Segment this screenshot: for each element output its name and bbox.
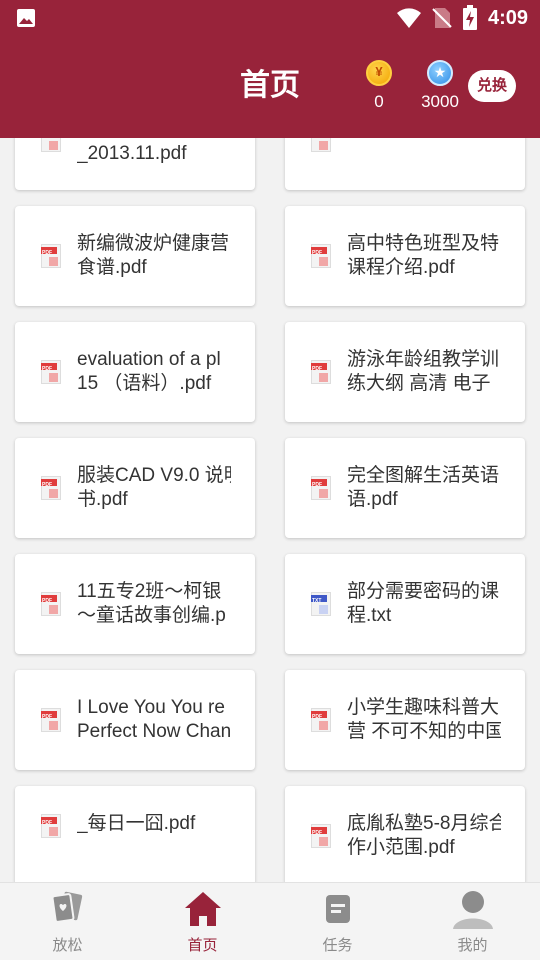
pdf-file-icon: PDF — [311, 244, 331, 268]
pdf-file-icon: PDF — [41, 138, 61, 152]
pdf-file-icon: PDF — [311, 824, 331, 848]
file-name: 高中特色班型及特 课程介绍.pdf — [347, 233, 500, 278]
no-sim-icon — [432, 8, 452, 28]
file-name: 新编微波炉健康营 食谱.pdf — [77, 233, 230, 278]
txt-file-icon: TXT — [311, 592, 331, 616]
gold-coin-value: 0 — [374, 92, 384, 111]
pdf-file-icon: PDF — [41, 592, 61, 616]
app-header: 首页 ¥ 0 ★ 3000 兑换 — [0, 36, 540, 138]
cards-icon — [51, 891, 83, 923]
gold-coin-icon: ¥ — [366, 60, 392, 86]
points-value: 3000 — [421, 92, 459, 111]
pdf-file-icon: PDF — [41, 360, 61, 384]
nav-label: 我的 — [457, 937, 488, 954]
battery-charging-icon — [462, 5, 477, 30]
file-card[interactable]: PDF 高中特色班型及特 课程介绍.pdf — [285, 206, 525, 306]
file-card[interactable]: TXT 部分需要密码的课 程.txt — [285, 554, 525, 654]
file-card[interactable]: PDF evaluation of a pl 15 （语料）.pdf — [15, 322, 255, 422]
nav-label: 放松 — [52, 937, 83, 954]
pdf-file-icon: PDF — [311, 360, 331, 384]
status-bar: 4:09 — [0, 0, 540, 36]
nav-profile[interactable]: 我的 — [405, 883, 540, 960]
file-card[interactable]: PDF 小学生趣味科普大 营 不可不知的中国 — [285, 670, 525, 770]
task-icon — [326, 895, 350, 923]
file-card[interactable]: PDF — [285, 138, 525, 190]
nav-tasks[interactable]: 任务 — [270, 883, 405, 960]
nav-home[interactable]: 首页 — [135, 883, 270, 960]
file-name: _2013.11.pdf — [77, 143, 187, 164]
file-card[interactable]: PDF _2013.11.pdf — [15, 138, 255, 190]
file-name: 完全图解生活英语 语.pdf — [347, 465, 500, 510]
pdf-file-icon: PDF — [41, 708, 61, 732]
file-card[interactable]: PDF _每日一囧.pdf — [15, 786, 255, 882]
image-icon — [17, 9, 35, 27]
pdf-file-icon: PDF — [311, 476, 331, 500]
file-card[interactable]: PDF 新编微波炉健康营 食谱.pdf — [15, 206, 255, 306]
file-name: 服装CAD V9.0 说明 书.pdf — [77, 465, 231, 510]
pdf-file-icon: PDF — [41, 244, 61, 268]
file-card[interactable]: PDF I Love You You re Perfect Now Chan — [15, 670, 255, 770]
pdf-file-icon: PDF — [41, 476, 61, 500]
redeem-button[interactable]: 兑换 — [468, 70, 516, 102]
bottom-navigation: 放松 首页 任务 我的 — [0, 882, 540, 960]
file-name: I Love You You re Perfect Now Chan — [77, 697, 231, 742]
file-name — [347, 138, 501, 164]
file-card[interactable]: PDF 游泳年龄组教学训 练大纲 高清 电子 — [285, 322, 525, 422]
clock: 4:09 — [487, 6, 528, 29]
file-card[interactable]: PDF 完全图解生活英语 语.pdf — [285, 438, 525, 538]
nav-label: 任务 — [322, 937, 353, 954]
file-name: 底胤私塾5-8月综合 作小范围.pdf — [347, 813, 501, 858]
pdf-file-icon: PDF — [41, 814, 61, 838]
file-card[interactable]: PDF 11五专2班～柯银 ～童话故事创编.p — [15, 554, 255, 654]
pdf-file-icon: PDF — [311, 708, 331, 732]
file-name: 11五专2班～柯银 ～童话故事创编.p — [77, 581, 226, 626]
pdf-file-icon: PDF — [311, 138, 331, 152]
file-card[interactable]: PDF 底胤私塾5-8月综合 作小范围.pdf — [285, 786, 525, 882]
nav-label: 首页 — [187, 937, 218, 954]
file-name: evaluation of a pl 15 （语料）.pdf — [77, 349, 221, 394]
file-name: 部分需要密码的课 程.txt — [347, 581, 500, 626]
nav-relax[interactable]: 放松 — [0, 883, 135, 960]
file-name: 小学生趣味科普大 营 不可不知的中国 — [347, 697, 501, 742]
file-name: 游泳年龄组教学训 练大纲 高清 电子 — [347, 349, 500, 394]
points-balance[interactable]: ★ 3000 — [412, 60, 468, 112]
profile-icon — [453, 891, 493, 929]
star-coin-icon: ★ — [427, 60, 453, 86]
file-name: _每日一囧.pdf — [77, 813, 196, 834]
home-icon — [185, 892, 221, 926]
file-card[interactable]: PDF 服装CAD V9.0 说明 书.pdf — [15, 438, 255, 538]
gold-coin-balance[interactable]: ¥ 0 — [359, 60, 399, 112]
wifi-icon — [396, 8, 421, 28]
file-grid[interactable]: PDF _2013.11.pdf PDF PDF 新编微波炉健康营 食谱.pdf… — [0, 138, 540, 882]
